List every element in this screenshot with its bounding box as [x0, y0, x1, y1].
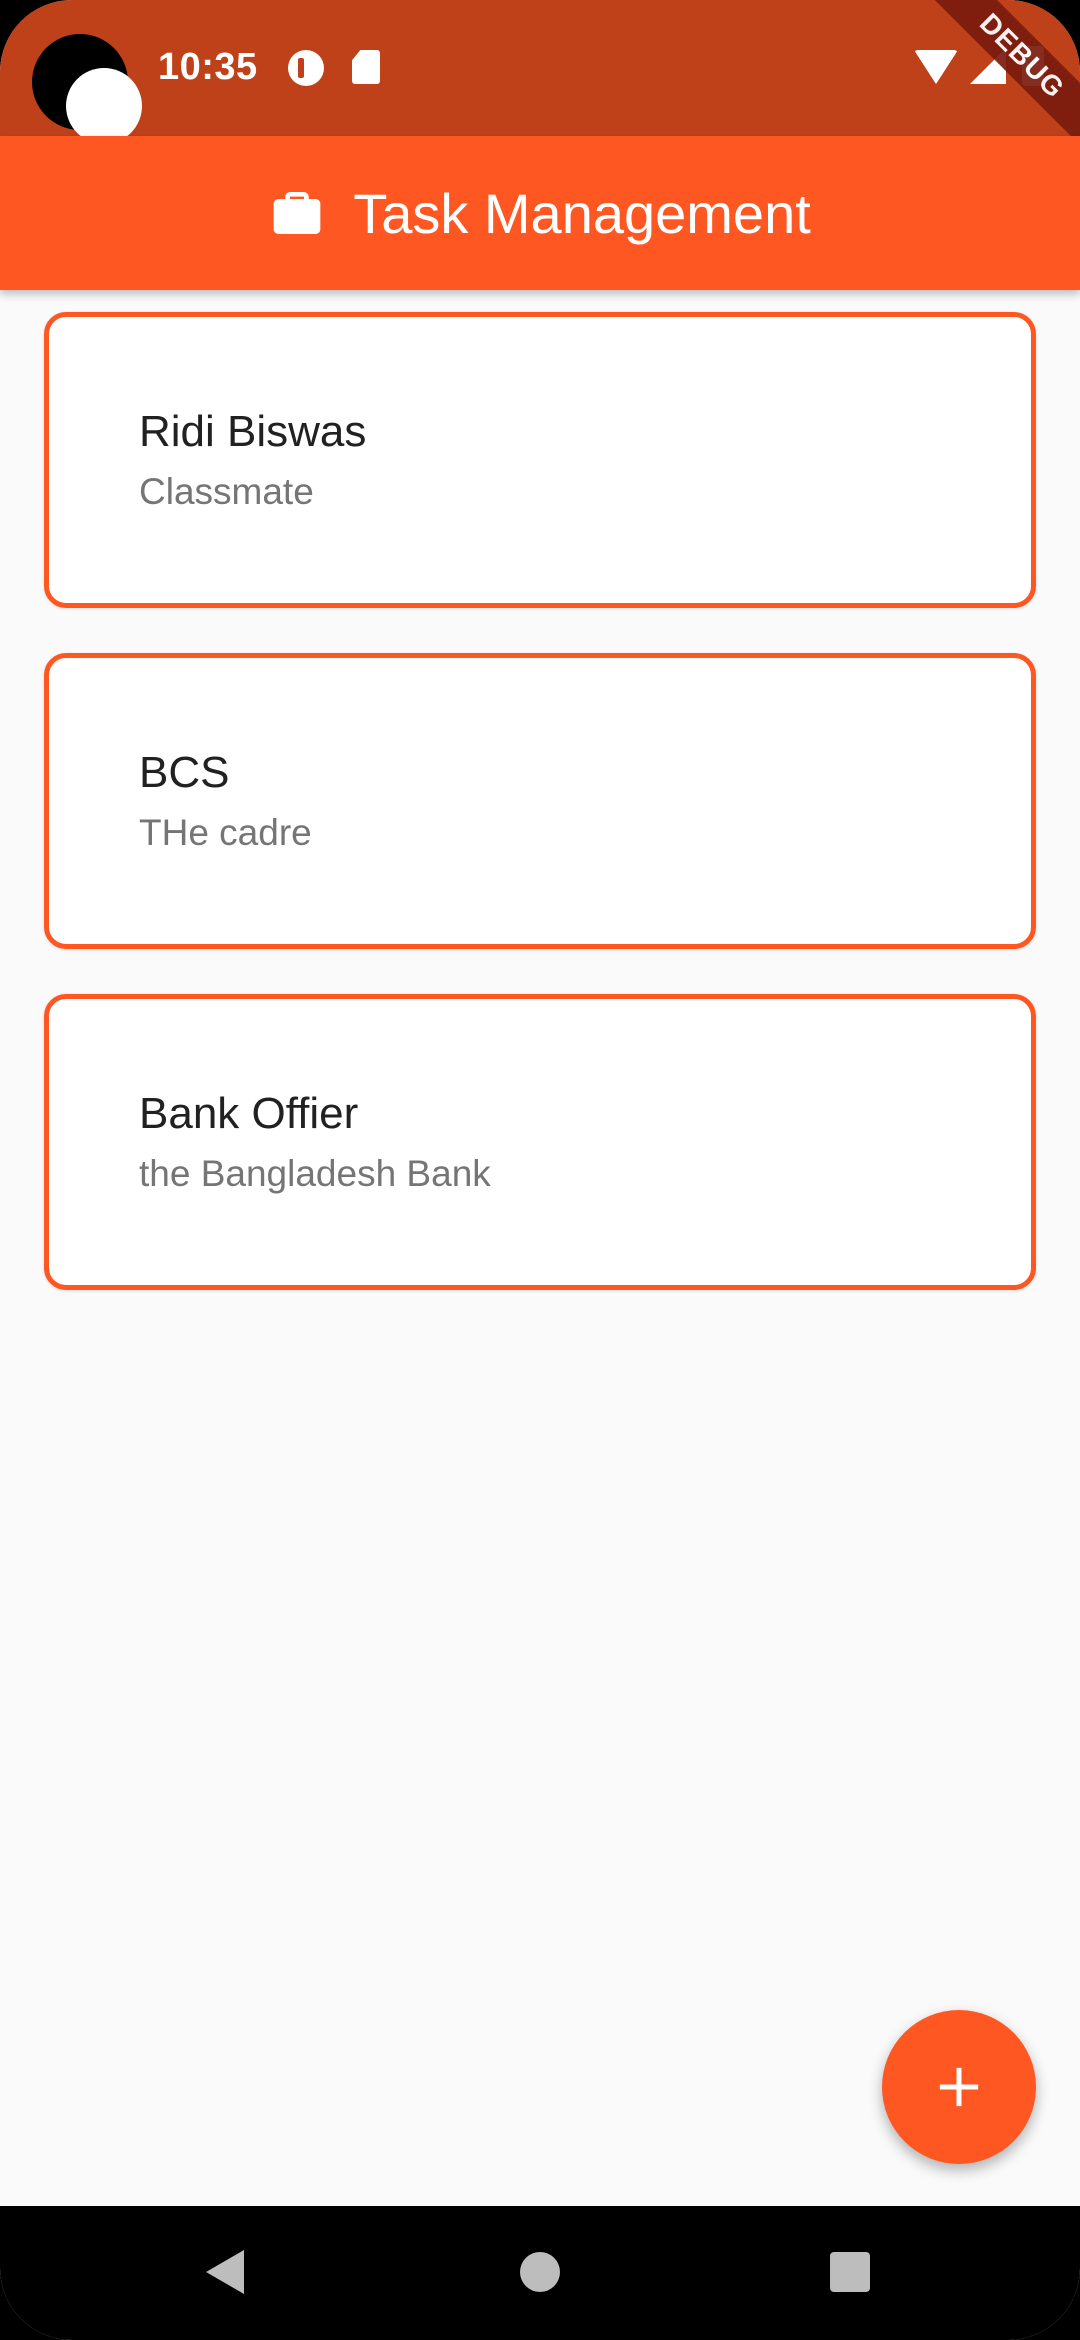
task-subtitle: the Bangladesh Bank — [139, 1153, 491, 1194]
task-title: Ridi Biswas — [139, 407, 367, 456]
task-title: BCS — [139, 748, 230, 797]
task-card[interactable]: Ridi Biswas Classmate — [44, 312, 1036, 608]
page-title: Task Management — [353, 181, 811, 245]
system-nav-bar — [0, 2206, 1080, 2340]
briefcase-icon — [273, 192, 321, 234]
task-card[interactable]: Bank Offier the Bangladesh Bank — [44, 994, 1036, 1290]
plus-icon — [939, 2067, 979, 2107]
home-icon[interactable] — [520, 2252, 560, 2292]
task-title: Bank Offier — [139, 1089, 359, 1138]
status-bar: 10:35 DEBUG — [0, 0, 1080, 150]
sd-card-icon — [352, 50, 380, 84]
back-icon[interactable] — [206, 2250, 244, 2294]
phone-screen: 10:35 DEBUG Task Management Ridi Biswas … — [0, 0, 1080, 2340]
task-subtitle: Classmate — [139, 471, 314, 512]
camera-cutout — [32, 34, 142, 144]
camera-lens — [66, 68, 142, 144]
task-subtitle: THe cadre — [139, 812, 312, 853]
task-list: Ridi Biswas Classmate BCS THe cadre Bank… — [44, 312, 1036, 1335]
recents-icon[interactable] — [830, 2252, 870, 2292]
status-time: 10:35 — [158, 46, 258, 88]
app-bar: Task Management — [0, 136, 1080, 290]
add-task-button[interactable] — [882, 2010, 1036, 2164]
task-card[interactable]: BCS THe cadre — [44, 653, 1036, 949]
wifi-icon — [914, 50, 958, 84]
notification-app-icon — [288, 50, 324, 86]
